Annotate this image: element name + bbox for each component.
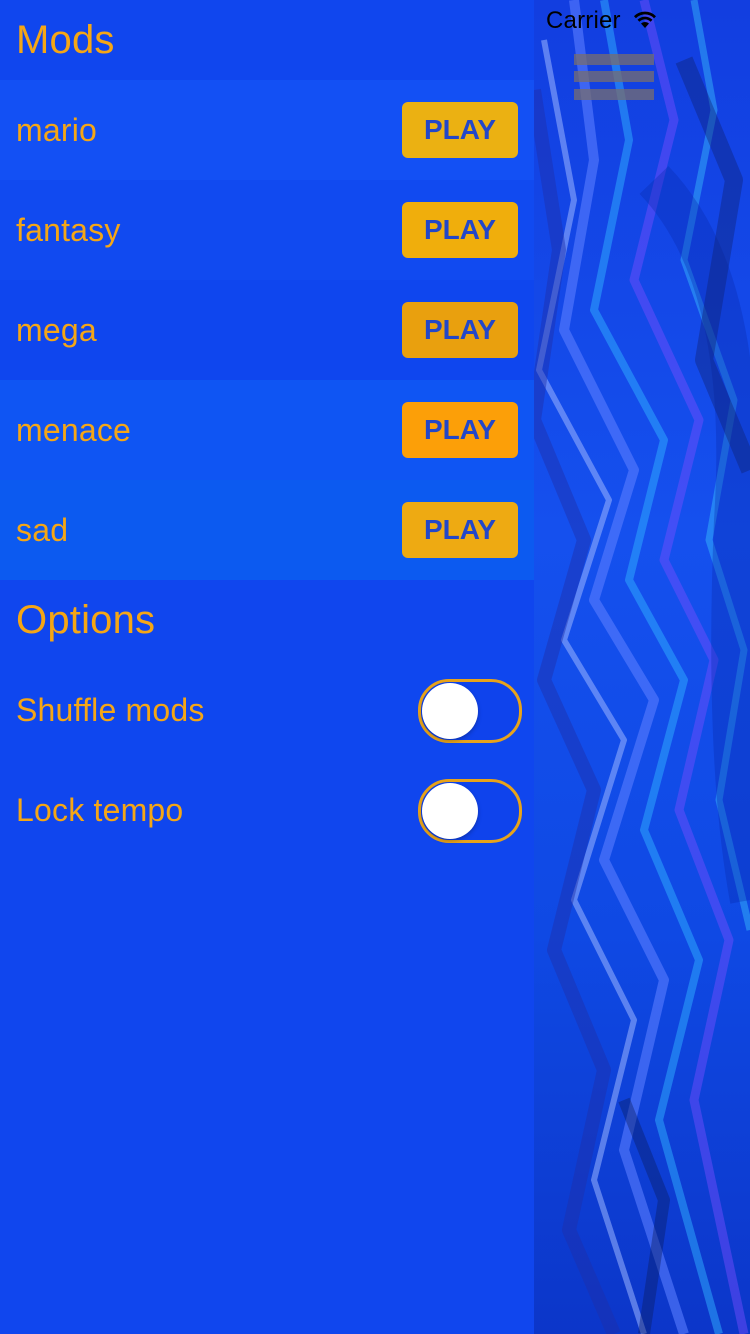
mod-name: fantasy <box>16 212 121 248</box>
play-button-sad[interactable]: PLAY <box>402 502 518 558</box>
mods-list: mario PLAY fantasy PLAY mega PLAY menace PLAY sa… <box>0 80 534 580</box>
mod-row-mega: mega PLAY <box>0 280 534 380</box>
mod-name: menace <box>16 412 132 448</box>
toggle-switch-shuffle-mods[interactable] <box>418 679 522 743</box>
mod-row-mario: mario PLAY <box>0 80 534 180</box>
mod-row-menace: menace PLAY <box>0 380 534 480</box>
wallpaper-pattern <box>534 0 750 1334</box>
play-button-fantasy[interactable]: PLAY <box>402 202 518 258</box>
option-row-lock-tempo: Lock tempo <box>0 760 534 860</box>
wifi-icon <box>634 11 656 28</box>
play-button-mega[interactable]: PLAY <box>402 302 518 358</box>
mod-row-fantasy: fantasy PLAY <box>0 180 534 280</box>
play-button-mario[interactable]: PLAY <box>402 102 518 158</box>
toggle-knob <box>422 783 478 839</box>
side-drawer: Mods mario PLAY fantasy PLAY mega PLAY menace P… <box>0 0 534 1334</box>
option-label: Shuffle mods <box>16 692 205 728</box>
options-list: Shuffle mods Lock tempo <box>0 660 534 860</box>
mod-name: mega <box>16 312 97 348</box>
options-section-title: Options <box>0 580 534 660</box>
mod-name: sad <box>16 512 69 548</box>
toggle-knob <box>422 683 478 739</box>
play-button-menace[interactable]: PLAY <box>402 402 518 458</box>
carrier-label: Carrier <box>546 7 621 34</box>
toggle-switch-lock-tempo[interactable] <box>418 779 522 843</box>
background-wallpaper <box>534 0 750 1334</box>
option-row-shuffle-mods: Shuffle mods <box>0 660 534 760</box>
mods-section-title: Mods <box>0 0 534 80</box>
mod-row-sad: sad PLAY <box>0 480 534 580</box>
option-label: Lock tempo <box>16 792 184 828</box>
hamburger-menu-icon[interactable] <box>574 54 654 100</box>
mod-name: mario <box>16 112 98 148</box>
